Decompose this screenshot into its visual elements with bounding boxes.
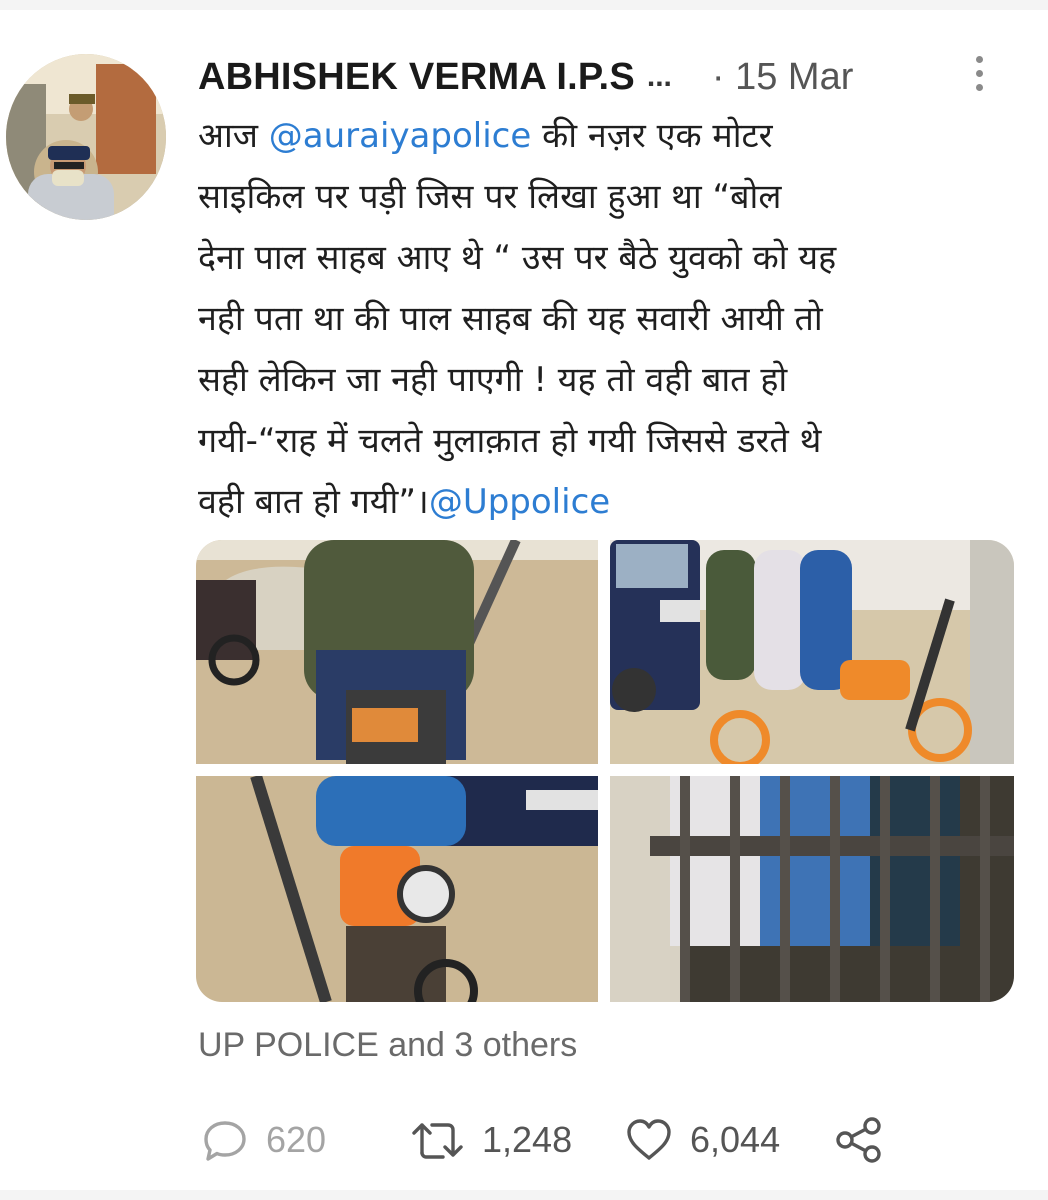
youths-on-motorcycle-photo (610, 540, 1014, 764)
text-line: गयी-“राह में चलते मुलाक़ात हो गयी जिससे … (198, 421, 822, 461)
text-line: देना पाल साहब आए थे “ उस पर बैठे युवको क… (198, 238, 837, 278)
reply-icon (204, 1121, 246, 1161)
name-ellipsis: ... (646, 60, 672, 93)
tweet-date[interactable]: · 15 Mar (712, 56, 853, 99)
tweet-card[interactable]: ABHISHEK VERMA I.P.S ... · 15 Mar आज @au… (0, 10, 1048, 1190)
share-icon (836, 1117, 881, 1163)
reply-count: 620 (266, 1119, 327, 1160)
youths-in-lockup-photo (610, 776, 1014, 1002)
photo-2[interactable] (610, 540, 1014, 764)
action-bar: 620 1,248 6,044 (200, 1110, 1020, 1170)
like-icon (627, 1119, 671, 1160)
more-vertical-icon[interactable] (970, 52, 988, 98)
motorcycle-rear-photo (196, 540, 598, 764)
text-line: साइकिल पर पड़ी जिस पर लिखा हुआ था “बोल (198, 177, 782, 217)
social-context[interactable]: UP POLICE and 3 others (198, 1026, 577, 1065)
text-line: नही पता था की पाल साहब की यह सवारी आयी त… (198, 299, 823, 339)
mention-uppolice[interactable]: @Uppolice (429, 482, 610, 522)
mention-auraiyapolice[interactable]: @auraiyapolice (269, 116, 532, 156)
author-name[interactable]: ABHISHEK VERMA I.P.S (198, 56, 635, 99)
photo-1[interactable] (196, 540, 598, 764)
retweet-icon (412, 1123, 463, 1159)
reply-button[interactable]: 620 (200, 1110, 326, 1170)
text-line: आज @auraiyapolice की नज़र एक मोटर (198, 116, 773, 156)
like-button[interactable]: 6,044 (624, 1110, 780, 1170)
avatar-image (6, 54, 166, 220)
photo-4[interactable] (610, 776, 1014, 1002)
share-button[interactable] (834, 1110, 884, 1170)
tweet-header: ABHISHEK VERMA I.P.S ... · 15 Mar (198, 50, 1018, 104)
tweet-text: आज @auraiyapolice की नज़र एक मोटर साइकिल… (198, 106, 1018, 533)
photo-3[interactable] (196, 776, 598, 1002)
retweet-button[interactable]: 1,248 (410, 1110, 572, 1170)
text-line: वही बात हो गयी”।@Uppolice (198, 482, 611, 522)
retweet-count: 1,248 (482, 1119, 573, 1160)
motorcycle-front-photo (196, 776, 598, 1002)
media-grid (196, 540, 1014, 1002)
like-count: 6,044 (690, 1119, 781, 1160)
author-avatar[interactable] (6, 54, 166, 220)
text-line: सही लेकिन जा नही पाएगी ! यह तो वही बात ह… (198, 360, 788, 400)
